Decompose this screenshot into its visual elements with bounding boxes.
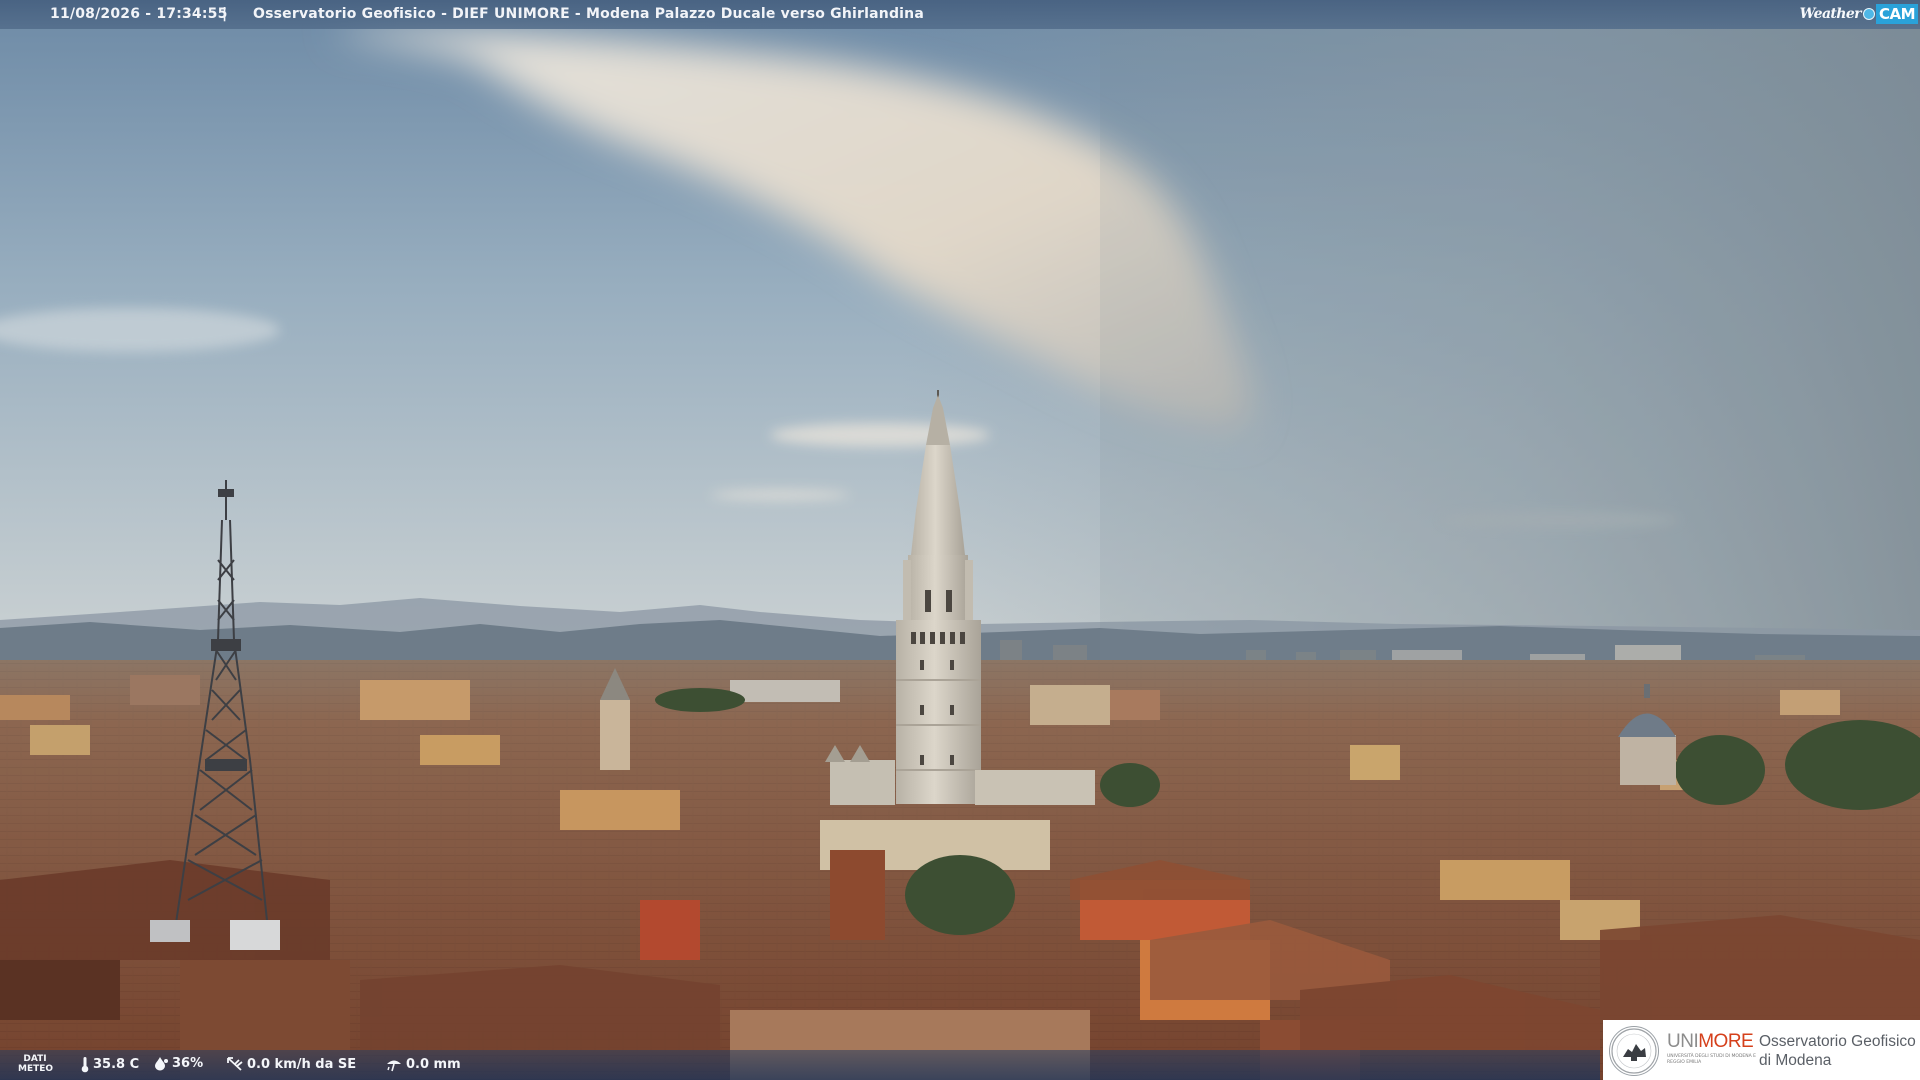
observatory-line2: di Modena xyxy=(1759,1052,1832,1069)
weathercam-logo-dot xyxy=(1862,8,1875,20)
humidity-drop-icon xyxy=(155,1057,168,1071)
unimore-brand: UNIMORE xyxy=(1667,1031,1754,1053)
observatory-line1: Osservatorio Geofisico xyxy=(1759,1033,1916,1050)
timestamp: 11/08/2026 - 17:34:55 xyxy=(50,6,228,22)
temperature-readout: 35.8 C xyxy=(80,1056,139,1073)
weather-label-line2: METEO xyxy=(18,1064,54,1074)
wind-value: 0.0 km/h da SE xyxy=(247,1056,357,1072)
unimore-brand-part2: MORE xyxy=(1698,1031,1754,1052)
observatory-name: Osservatorio Geofisico di Modena xyxy=(1759,1032,1916,1070)
weathercam-logo-weather: Weather xyxy=(1799,6,1862,22)
rain-value: 0.0 mm xyxy=(406,1056,461,1072)
wind-vane-icon xyxy=(227,1057,243,1071)
weathercam-logo-cam: CAM xyxy=(1875,4,1918,24)
weathercam-logo: Weather CAM xyxy=(1800,3,1918,25)
rain-readout: 0.0 mm xyxy=(385,1056,461,1072)
wind-readout: 0.0 km/h da SE xyxy=(226,1056,356,1072)
camera-info-bar: 11/08/2026 - 17:34:55 | Osservatorio Geo… xyxy=(0,0,1920,29)
rain-gauge-icon xyxy=(387,1060,401,1072)
webcam-photo xyxy=(0,0,1920,1080)
weather-data-bar: DATI METEO 35.8 C 36% 0.0 km/h da SE 0.0… xyxy=(0,1050,1600,1080)
unimore-subline: UNIVERSITÀ DEGLI STUDI DI MODENA E REGGI… xyxy=(1667,1054,1756,1065)
humidity-readout: 36% xyxy=(153,1056,203,1071)
temperature-value: 35.8 C xyxy=(93,1057,140,1072)
unimore-seal-icon xyxy=(1609,1026,1659,1076)
thermometer-icon xyxy=(81,1057,89,1073)
unimore-brand-part1: UNI xyxy=(1667,1031,1699,1052)
weather-label-line1: DATI xyxy=(23,1054,47,1064)
camera-title: Osservatorio Geofisico - DIEF UNIMORE - … xyxy=(253,6,924,22)
weather-label: DATI METEO xyxy=(18,1054,54,1074)
humidity-value: 36% xyxy=(172,1056,204,1071)
separator: | xyxy=(222,6,228,22)
unimore-watermark: UNIMORE UNIVERSITÀ DEGLI STUDI DI MODENA… xyxy=(1603,1020,1920,1080)
